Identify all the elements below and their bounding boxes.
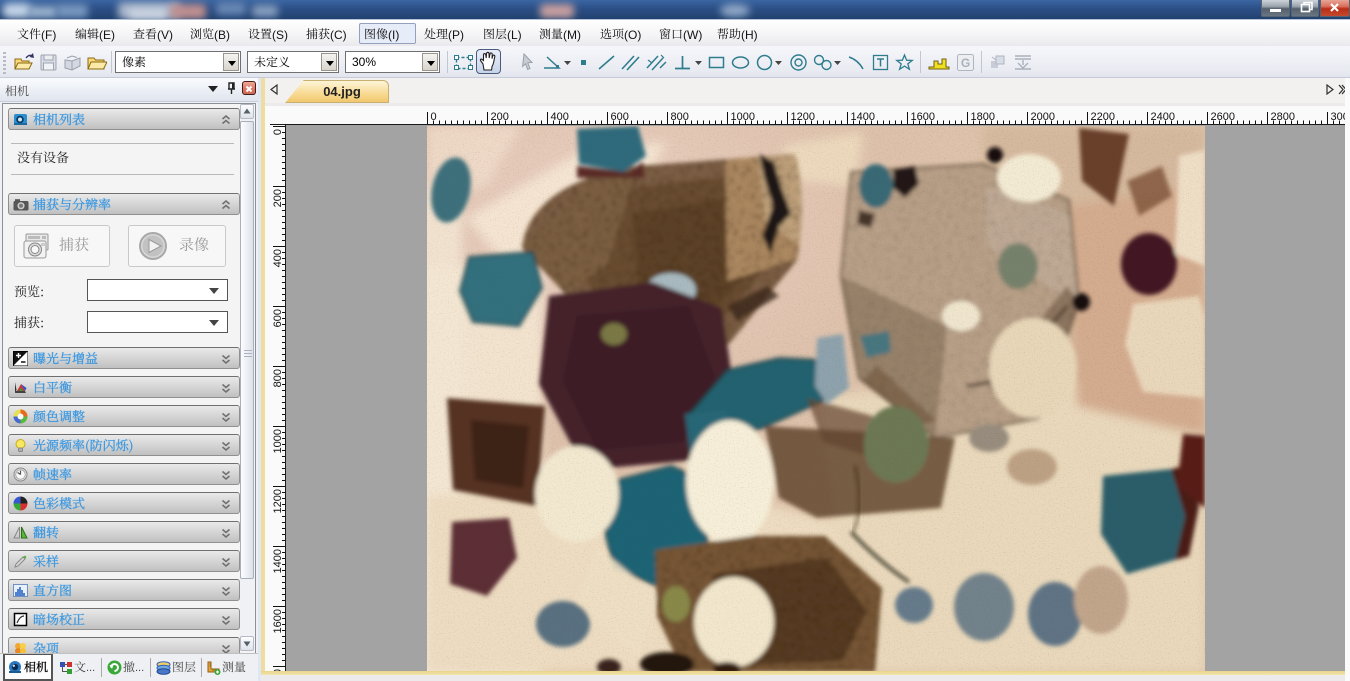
svg-text:G: G [961, 56, 970, 70]
svg-text:3000: 3000 [1331, 111, 1346, 123]
